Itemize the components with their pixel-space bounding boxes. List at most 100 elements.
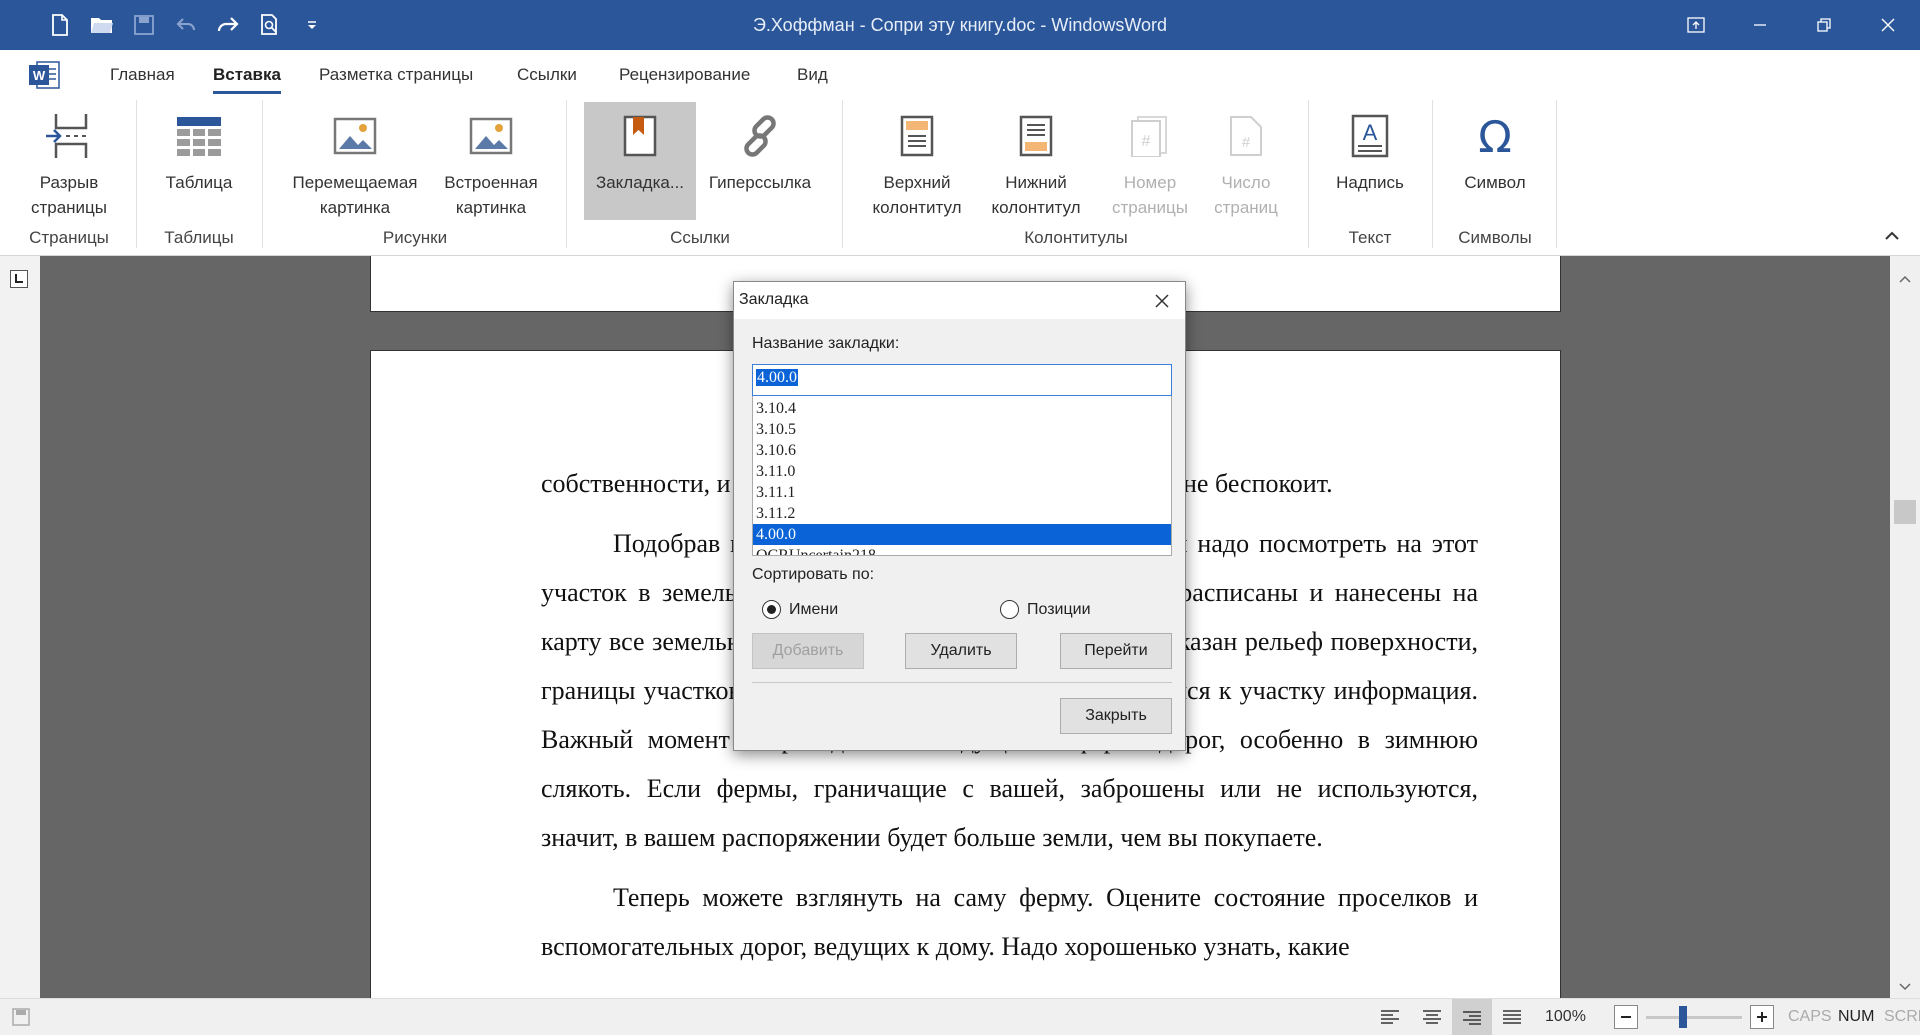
ribbon-insert: Разрыв страницы Таблица Перемещаемая кар… bbox=[0, 100, 1920, 256]
footer-button[interactable]: Нижний колонтитул bbox=[980, 102, 1092, 220]
list-item[interactable]: 3.11.1 bbox=[753, 482, 1171, 503]
group-label-symbols: Символы bbox=[1458, 228, 1532, 247]
dialog-title-bar: Закладка bbox=[734, 282, 1185, 319]
scroll-up-icon[interactable] bbox=[1899, 270, 1911, 288]
align-left-icon[interactable] bbox=[1380, 1009, 1400, 1030]
align-right-icon[interactable] bbox=[1452, 999, 1492, 1035]
zoom-in-button[interactable] bbox=[1750, 1005, 1774, 1029]
print-preview-icon[interactable] bbox=[254, 10, 286, 40]
inline-picture-button[interactable]: Встроенная картинка bbox=[436, 102, 546, 220]
close-icon[interactable] bbox=[1149, 288, 1175, 314]
caps-lock-indicator: CAPS bbox=[1788, 1008, 1832, 1025]
bookmark-icon bbox=[584, 102, 696, 170]
undo-icon[interactable] bbox=[170, 10, 202, 40]
close-window-icon[interactable] bbox=[1856, 0, 1920, 50]
zoom-level[interactable]: 100% bbox=[1545, 1008, 1586, 1026]
tab-home[interactable]: Главная bbox=[110, 65, 175, 85]
list-item[interactable]: 3.10.6 bbox=[753, 440, 1171, 461]
redo-icon[interactable] bbox=[212, 10, 244, 40]
header-button[interactable]: Верхний колонтитул bbox=[860, 102, 974, 220]
list-item[interactable]: 3.10.5 bbox=[753, 419, 1171, 440]
svg-text:#: # bbox=[1242, 134, 1251, 151]
page-number-button[interactable]: # Номер страницы bbox=[1100, 102, 1200, 220]
scroll-down-icon[interactable] bbox=[1899, 978, 1911, 996]
tab-review[interactable]: Рецензирование bbox=[619, 65, 750, 85]
radio-unchecked bbox=[1000, 600, 1019, 619]
group-label-text: Текст bbox=[1348, 228, 1392, 247]
group-label-links: Ссылки bbox=[670, 228, 730, 247]
quick-access-toolbar bbox=[44, 10, 328, 40]
scroll-lock-indicator: SCRL bbox=[1884, 1008, 1920, 1025]
text-box-button[interactable]: A Надпись bbox=[1318, 102, 1422, 220]
svg-text:A: A bbox=[1363, 120, 1378, 145]
bookmark-name-input[interactable]: 4.00.0 bbox=[752, 364, 1172, 396]
bookmark-name-label: Название закладки: bbox=[752, 335, 900, 352]
sort-by-label: Сортировать по: bbox=[752, 566, 875, 583]
list-item[interactable]: 3.11.2 bbox=[753, 503, 1171, 524]
title-bar: Э.Хоффман - Сопри эту книгу.doc - Window… bbox=[0, 0, 1920, 50]
page-number-icon: # bbox=[1100, 102, 1200, 170]
radio-checked bbox=[762, 600, 781, 619]
sort-by-name-radio[interactable]: Имени bbox=[762, 600, 838, 619]
align-justify-icon[interactable] bbox=[1502, 1009, 1522, 1030]
list-item[interactable]: 3.10.4 bbox=[753, 398, 1171, 419]
group-label-tables: Таблицы bbox=[164, 228, 234, 247]
paragraph: Теперь можете взглянуть на саму ферму. О… bbox=[541, 883, 1478, 961]
goto-bookmark-button[interactable]: Перейти bbox=[1060, 633, 1172, 669]
minimize-icon[interactable] bbox=[1728, 0, 1792, 50]
table-button[interactable]: Таблица bbox=[146, 102, 252, 220]
page-count-button[interactable]: # Число страниц bbox=[1200, 102, 1292, 220]
hyperlink-icon bbox=[704, 102, 816, 170]
tab-page-layout[interactable]: Разметка страницы bbox=[319, 65, 473, 85]
zoom-slider-thumb[interactable] bbox=[1679, 1006, 1687, 1028]
page-break-icon bbox=[14, 102, 124, 170]
scroll-thumb[interactable] bbox=[1894, 500, 1916, 524]
omega-icon: Ω bbox=[1442, 102, 1548, 170]
bookmark-button[interactable]: Закладка... bbox=[584, 102, 696, 220]
inline-picture-icon bbox=[436, 102, 546, 170]
selected-input-text: 4.00.0 bbox=[756, 369, 798, 386]
tab-references[interactable]: Ссылки bbox=[517, 65, 577, 85]
svg-text:#: # bbox=[1142, 133, 1151, 150]
fullscreen-icon[interactable] bbox=[1664, 0, 1728, 50]
list-item[interactable]: 3.11.0 bbox=[753, 461, 1171, 482]
floating-picture-icon bbox=[284, 102, 426, 170]
delete-bookmark-button[interactable]: Удалить bbox=[905, 633, 1017, 669]
footer-icon bbox=[980, 102, 1092, 170]
vertical-scrollbar[interactable] bbox=[1890, 256, 1920, 998]
collapse-ribbon-icon[interactable] bbox=[1884, 228, 1900, 246]
open-folder-icon[interactable] bbox=[86, 10, 118, 40]
list-item-selected[interactable]: 4.00.0 bbox=[753, 524, 1171, 545]
header-icon bbox=[860, 102, 974, 170]
left-margin-strip bbox=[0, 256, 40, 998]
zoom-out-button[interactable] bbox=[1614, 1005, 1638, 1029]
list-item[interactable]: OCRUncertain218 bbox=[753, 545, 1171, 555]
save-status-icon bbox=[12, 1008, 30, 1031]
new-document-icon[interactable] bbox=[44, 10, 76, 40]
symbol-button[interactable]: Ω Символ bbox=[1442, 102, 1548, 220]
add-bookmark-button[interactable]: Добавить bbox=[752, 633, 864, 669]
page-break-button[interactable]: Разрыв страницы bbox=[14, 102, 124, 220]
group-label-headers-footers: Колонтитулы bbox=[1024, 228, 1128, 247]
svg-text:Ω: Ω bbox=[1478, 114, 1512, 158]
sort-by-position-radio[interactable]: Позиции bbox=[1000, 600, 1091, 619]
align-center-icon[interactable] bbox=[1422, 1009, 1442, 1030]
customize-dropdown-icon[interactable] bbox=[296, 10, 328, 40]
window-controls bbox=[1664, 0, 1920, 50]
table-icon bbox=[146, 102, 252, 170]
zoom-slider[interactable] bbox=[1646, 1016, 1742, 1019]
dialog-title: Закладка bbox=[739, 291, 809, 308]
text-box-icon: A bbox=[1318, 102, 1422, 170]
group-label-pictures: Рисунки bbox=[382, 228, 448, 247]
word-logo-icon[interactable]: W bbox=[28, 60, 60, 90]
save-icon[interactable] bbox=[128, 10, 160, 40]
hyperlink-button[interactable]: Гиперссылка bbox=[704, 102, 816, 220]
tab-view[interactable]: Вид bbox=[797, 65, 828, 85]
page-count-icon: # bbox=[1200, 102, 1292, 170]
restore-icon[interactable] bbox=[1792, 0, 1856, 50]
floating-picture-button[interactable]: Перемещаемая картинка bbox=[284, 102, 426, 220]
close-dialog-button[interactable]: Закрыть bbox=[1060, 698, 1172, 734]
bookmark-list[interactable]: 3.10.4 3.10.5 3.10.6 3.11.0 3.11.1 3.11.… bbox=[752, 396, 1172, 556]
tab-insert[interactable]: Вставка bbox=[213, 65, 281, 94]
tab-stop-selector[interactable] bbox=[10, 270, 28, 288]
